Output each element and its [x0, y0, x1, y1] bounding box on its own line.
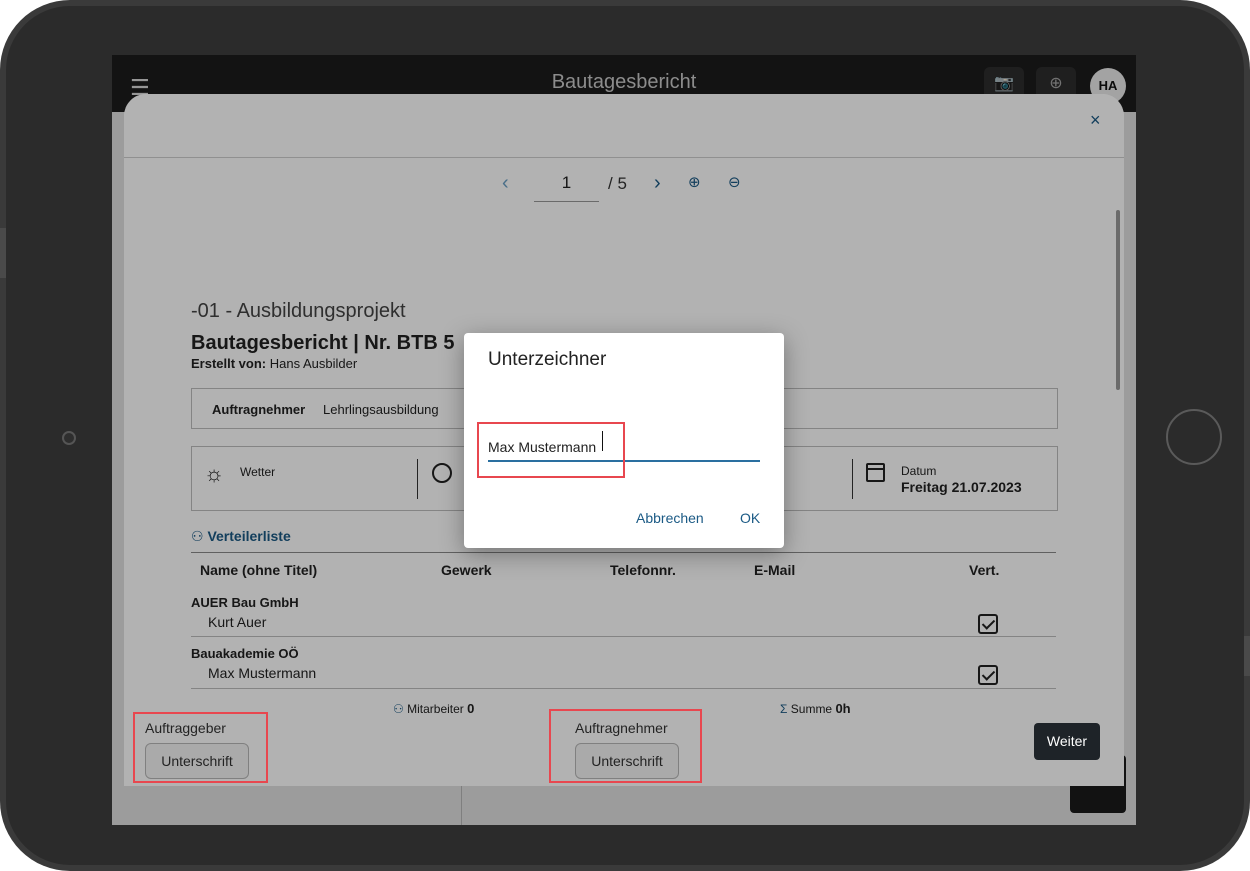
next-button[interactable]: Weiter [1034, 723, 1100, 760]
ok-button[interactable]: OK [740, 510, 760, 526]
front-camera [62, 431, 76, 445]
highlight-box-contractor-signature [549, 709, 702, 783]
home-button[interactable] [1166, 409, 1222, 465]
highlight-box-client-signature [133, 712, 268, 783]
side-button-right [1244, 636, 1250, 676]
side-button-left [0, 228, 6, 278]
cancel-button[interactable]: Abbrechen [636, 510, 704, 526]
dialog-title: Unterzeichner [488, 349, 607, 370]
highlight-box-input [477, 422, 625, 478]
